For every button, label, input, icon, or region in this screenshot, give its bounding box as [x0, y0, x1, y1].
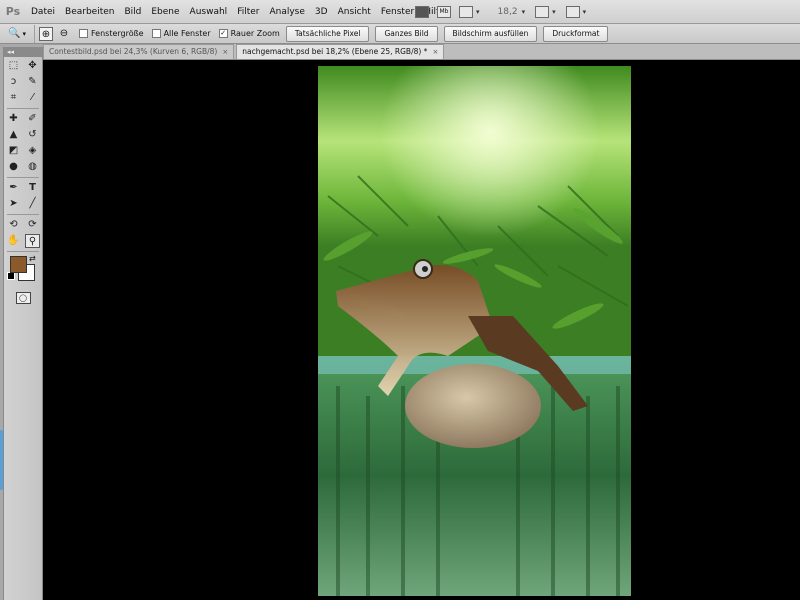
- fit-screen-button[interactable]: Ganzes Bild: [375, 25, 438, 42]
- tab-label: Contestbild.psd bei 24,3% (Kurven 6, RGB…: [49, 47, 218, 56]
- tab-label: nachgemacht.psd bei 18,2% (Ebene 25, RGB…: [242, 47, 428, 56]
- checkbox-label: Alle Fenster: [163, 29, 211, 38]
- screen-mode-icon[interactable]: [565, 6, 580, 18]
- dodge-icon[interactable]: ◍: [25, 160, 40, 174]
- application-bar: Mb ▾ 18,2 ▾ ▾ ▾: [415, 0, 596, 24]
- toolbox-divider: [7, 108, 39, 109]
- checkbox-rauer-zoom[interactable]: ✓ Rauer Zoom: [218, 29, 280, 38]
- crop-icon[interactable]: ⌗: [6, 91, 21, 105]
- arrange-documents-icon[interactable]: [535, 6, 550, 18]
- 3d-rotate-icon[interactable]: ⟲: [6, 218, 21, 232]
- color-swatches: ⇄: [4, 254, 42, 286]
- checkbox-alle-fenster[interactable]: Alle Fenster: [151, 29, 211, 38]
- eyedropper-icon[interactable]: ⁄: [25, 91, 40, 105]
- tool-preset-caret-icon: ▾: [22, 29, 26, 38]
- view-extras-caret-icon[interactable]: ▾: [476, 8, 480, 16]
- menu-bild[interactable]: Bild: [119, 0, 146, 24]
- print-size-button[interactable]: Druckformat: [543, 25, 609, 42]
- tool-preset-picker[interactable]: 🔍 ▾: [0, 24, 35, 43]
- healing-icon[interactable]: ✚: [6, 112, 21, 126]
- menu-bar: Ps Datei Bearbeiten Bild Ebene Auswahl F…: [0, 0, 800, 24]
- toolbox-collapse-icon[interactable]: ◂◂: [4, 47, 42, 57]
- bucket-icon[interactable]: ◈: [25, 144, 40, 158]
- view-extras-icon[interactable]: [459, 6, 473, 18]
- menu-analyse[interactable]: Analyse: [264, 0, 309, 24]
- zoom-in-icon[interactable]: ⊕: [39, 26, 53, 41]
- bridge-icon[interactable]: [415, 6, 429, 18]
- checkbox-box[interactable]: [151, 29, 161, 38]
- lasso-icon[interactable]: ↄ: [6, 75, 21, 89]
- photoshop-logo: Ps: [5, 5, 21, 18]
- mini-bridge-icon[interactable]: Mb: [437, 6, 451, 18]
- hand-icon[interactable]: ✋: [6, 234, 21, 248]
- menu-bearbeiten[interactable]: Bearbeiten: [60, 0, 119, 24]
- pen-icon[interactable]: ✒: [6, 181, 21, 195]
- foreground-color-swatch[interactable]: [10, 256, 27, 273]
- document-canvas[interactable]: [318, 66, 631, 596]
- menu-datei[interactable]: Datei: [26, 0, 60, 24]
- default-colors-icon[interactable]: [7, 272, 15, 280]
- toolbox-divider: [7, 177, 39, 178]
- tab-nachgemacht[interactable]: nachgemacht.psd bei 18,2% (Ebene 25, RGB…: [236, 44, 445, 59]
- actual-pixels-button[interactable]: Tatsächliche Pixel: [285, 25, 370, 42]
- arrange-caret-icon[interactable]: ▾: [552, 8, 556, 16]
- quick-mask-icon[interactable]: ◯: [15, 292, 31, 304]
- zoom-level-caret-icon[interactable]: ▾: [522, 8, 526, 16]
- close-icon[interactable]: ×: [432, 45, 438, 59]
- marquee-icon[interactable]: ⬚: [6, 59, 21, 73]
- menu-ansicht[interactable]: Ansicht: [333, 0, 376, 24]
- menu-fenster[interactable]: Fenster: [376, 0, 419, 24]
- 3d-orbit-icon[interactable]: ⟳: [25, 218, 40, 232]
- options-bar: 🔍 ▾ ⊕ ⊖ Fenstergröße Alle Fenster ✓ Raue…: [0, 24, 800, 44]
- quick-select-icon[interactable]: ✎: [25, 75, 40, 89]
- zoom-tool-icon[interactable]: ⚲: [25, 234, 40, 248]
- history-brush-icon[interactable]: ↺: [25, 128, 40, 142]
- path-select-icon[interactable]: ➤: [6, 197, 21, 211]
- document-tab-bar: Contestbild.psd bei 24,3% (Kurven 6, RGB…: [43, 44, 800, 60]
- toolbox-panel: ◂◂ ⬚ ✥ ↄ ✎ ⌗ ⁄ ✚ ✐ ▲ ↺ ◩ ◈ ● ◍ ✒ T ➤ ╱ ⟲ ⟳ ✋ ⚲ ⇄ ◯: [3, 47, 43, 600]
- checkbox-label: Fenstergröße: [91, 29, 144, 38]
- toolbox-divider: [7, 214, 39, 215]
- checkbox-label: Rauer Zoom: [230, 29, 280, 38]
- menu-auswahl[interactable]: Auswahl: [185, 0, 233, 24]
- stamp-icon[interactable]: ▲: [6, 128, 21, 142]
- eraser-icon[interactable]: ◩: [6, 144, 21, 158]
- zoom-out-icon[interactable]: ⊖: [57, 27, 71, 41]
- line-icon[interactable]: ╱: [25, 197, 40, 211]
- zoom-level-value[interactable]: 18,2: [498, 7, 518, 17]
- swap-colors-icon[interactable]: ⇄: [29, 254, 36, 263]
- move-icon[interactable]: ✥: [25, 59, 40, 73]
- screen-mode-caret-icon[interactable]: ▾: [583, 8, 587, 16]
- menu-filter[interactable]: Filter: [232, 0, 264, 24]
- brush-icon[interactable]: ✐: [25, 112, 40, 126]
- fill-screen-button[interactable]: Bildschirm ausfüllen: [443, 25, 538, 42]
- toolbox-divider: [7, 251, 39, 252]
- zoom-icon: 🔍: [8, 28, 21, 39]
- menu-ebene[interactable]: Ebene: [146, 0, 184, 24]
- artwork-image: [318, 66, 631, 596]
- tab-contestbild[interactable]: Contestbild.psd bei 24,3% (Kurven 6, RGB…: [43, 44, 235, 59]
- checkbox-box[interactable]: [79, 29, 88, 38]
- checkbox-box-checked[interactable]: ✓: [218, 29, 228, 38]
- checkbox-fenstergroesse[interactable]: Fenstergröße: [79, 29, 144, 38]
- blur-icon[interactable]: ●: [6, 160, 21, 174]
- close-icon[interactable]: ×: [222, 45, 228, 59]
- type-icon[interactable]: T: [25, 181, 40, 195]
- menu-3d[interactable]: 3D: [310, 0, 333, 24]
